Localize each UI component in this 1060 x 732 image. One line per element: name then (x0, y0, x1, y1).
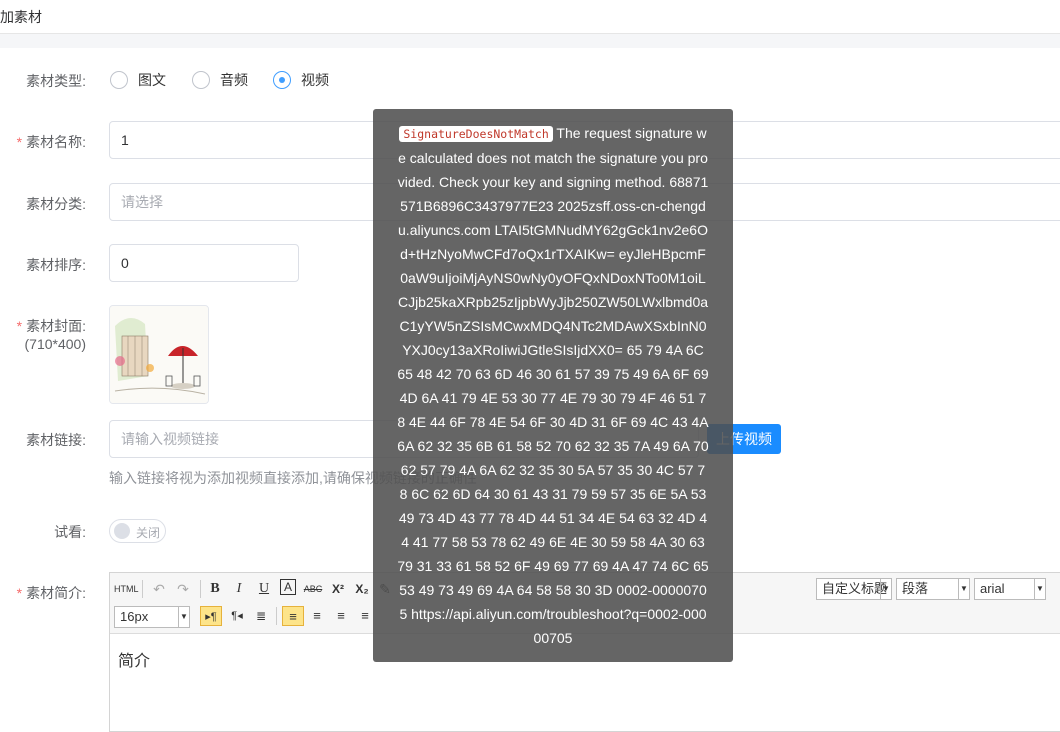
page-header: 加素材 (0, 0, 1060, 34)
cover-image[interactable] (109, 305, 209, 404)
switch-text: 关闭 (136, 526, 161, 540)
chevron-down-icon: ▼ (178, 607, 189, 627)
bold-button[interactable]: B (206, 579, 224, 599)
ltr-direction-button[interactable]: ▸¶ (200, 606, 222, 626)
align-center-icon[interactable]: ≡ (308, 606, 326, 626)
type-label: 素材类型: (26, 73, 86, 89)
chevron-down-icon: ▼ (1034, 579, 1045, 599)
combo-value: 段落 (902, 581, 929, 596)
combo-value: 自定义标题 (822, 581, 888, 596)
strikethrough-button[interactable]: ABC (302, 579, 324, 599)
header-divider (0, 34, 1060, 48)
toolbar-separator (142, 580, 143, 598)
html-source-button[interactable]: HTML (114, 579, 139, 599)
underline-button[interactable]: U (255, 579, 273, 599)
page-title: 加素材 (0, 9, 42, 25)
cover-illustration (110, 306, 208, 403)
radio-video[interactable]: 视频 (273, 69, 329, 91)
switch-knob (114, 523, 130, 539)
combo-value: 16px (120, 609, 149, 624)
error-code: SignatureDoesNotMatch (399, 126, 553, 142)
chevron-down-icon: ▼ (880, 579, 891, 599)
error-message: The request signature we calculated does… (397, 125, 709, 646)
sort-label: 素材排序: (26, 257, 86, 273)
align-left-button[interactable]: ≡ (282, 606, 304, 626)
required-mark: * (16, 585, 23, 601)
toolbar-separator (276, 607, 277, 625)
name-label: * 素材名称: (17, 132, 86, 152)
align-justify-icon[interactable]: ≡ (356, 606, 374, 626)
trial-label: 试看: (54, 524, 86, 540)
cover-size-hint: (710*400) (24, 336, 87, 352)
required-mark: * (16, 134, 23, 150)
custom-title-select[interactable]: 自定义标题 ▼ (816, 578, 892, 600)
undo-icon[interactable]: ↶ (150, 579, 168, 599)
chevron-down-icon: ▼ (958, 579, 969, 599)
radio-circle-checked (273, 71, 291, 89)
combo-value: arial (980, 581, 1005, 596)
border-text-button[interactable]: A (280, 579, 296, 595)
radio-circle (110, 71, 128, 89)
radio-circle (192, 71, 210, 89)
font-size-select[interactable]: 16px ▼ (114, 606, 190, 628)
radio-label: 图文 (138, 72, 166, 88)
editor-content[interactable]: 简介 (118, 647, 150, 671)
trial-switch[interactable]: 关闭 (109, 519, 166, 543)
radio-audio[interactable]: 音频 (192, 69, 248, 91)
italic-button[interactable]: I (230, 579, 248, 599)
superscript-button[interactable]: X² (328, 579, 348, 599)
link-label: 素材链接: (26, 432, 86, 448)
cover-label: * 素材封面: (17, 316, 86, 336)
intro-label-text: 素材简介: (26, 585, 86, 601)
error-toast: SignatureDoesNotMatch The request signat… (373, 109, 733, 662)
sort-input[interactable]: 0 (109, 244, 299, 282)
toolbar-separator (200, 580, 201, 598)
radio-label: 音频 (220, 72, 248, 88)
cover-label-text: 素材封面: (26, 318, 86, 334)
category-label: 素材分类: (26, 196, 86, 212)
clear-format-icon[interactable]: ≣ (252, 606, 270, 626)
redo-icon[interactable]: ↷ (174, 579, 192, 599)
radio-article[interactable]: 图文 (110, 69, 166, 91)
font-family-select[interactable]: arial ▼ (974, 578, 1046, 600)
paragraph-select[interactable]: 段落 ▼ (896, 578, 970, 600)
rtl-direction-button[interactable]: ¶◂ (226, 606, 248, 626)
radio-label: 视频 (301, 72, 329, 88)
align-right-icon[interactable]: ≡ (332, 606, 350, 626)
intro-label: * 素材简介: (17, 583, 86, 603)
subscript-button[interactable]: X₂ (352, 579, 372, 599)
required-mark: * (16, 318, 23, 334)
name-label-text: 素材名称: (26, 134, 86, 150)
